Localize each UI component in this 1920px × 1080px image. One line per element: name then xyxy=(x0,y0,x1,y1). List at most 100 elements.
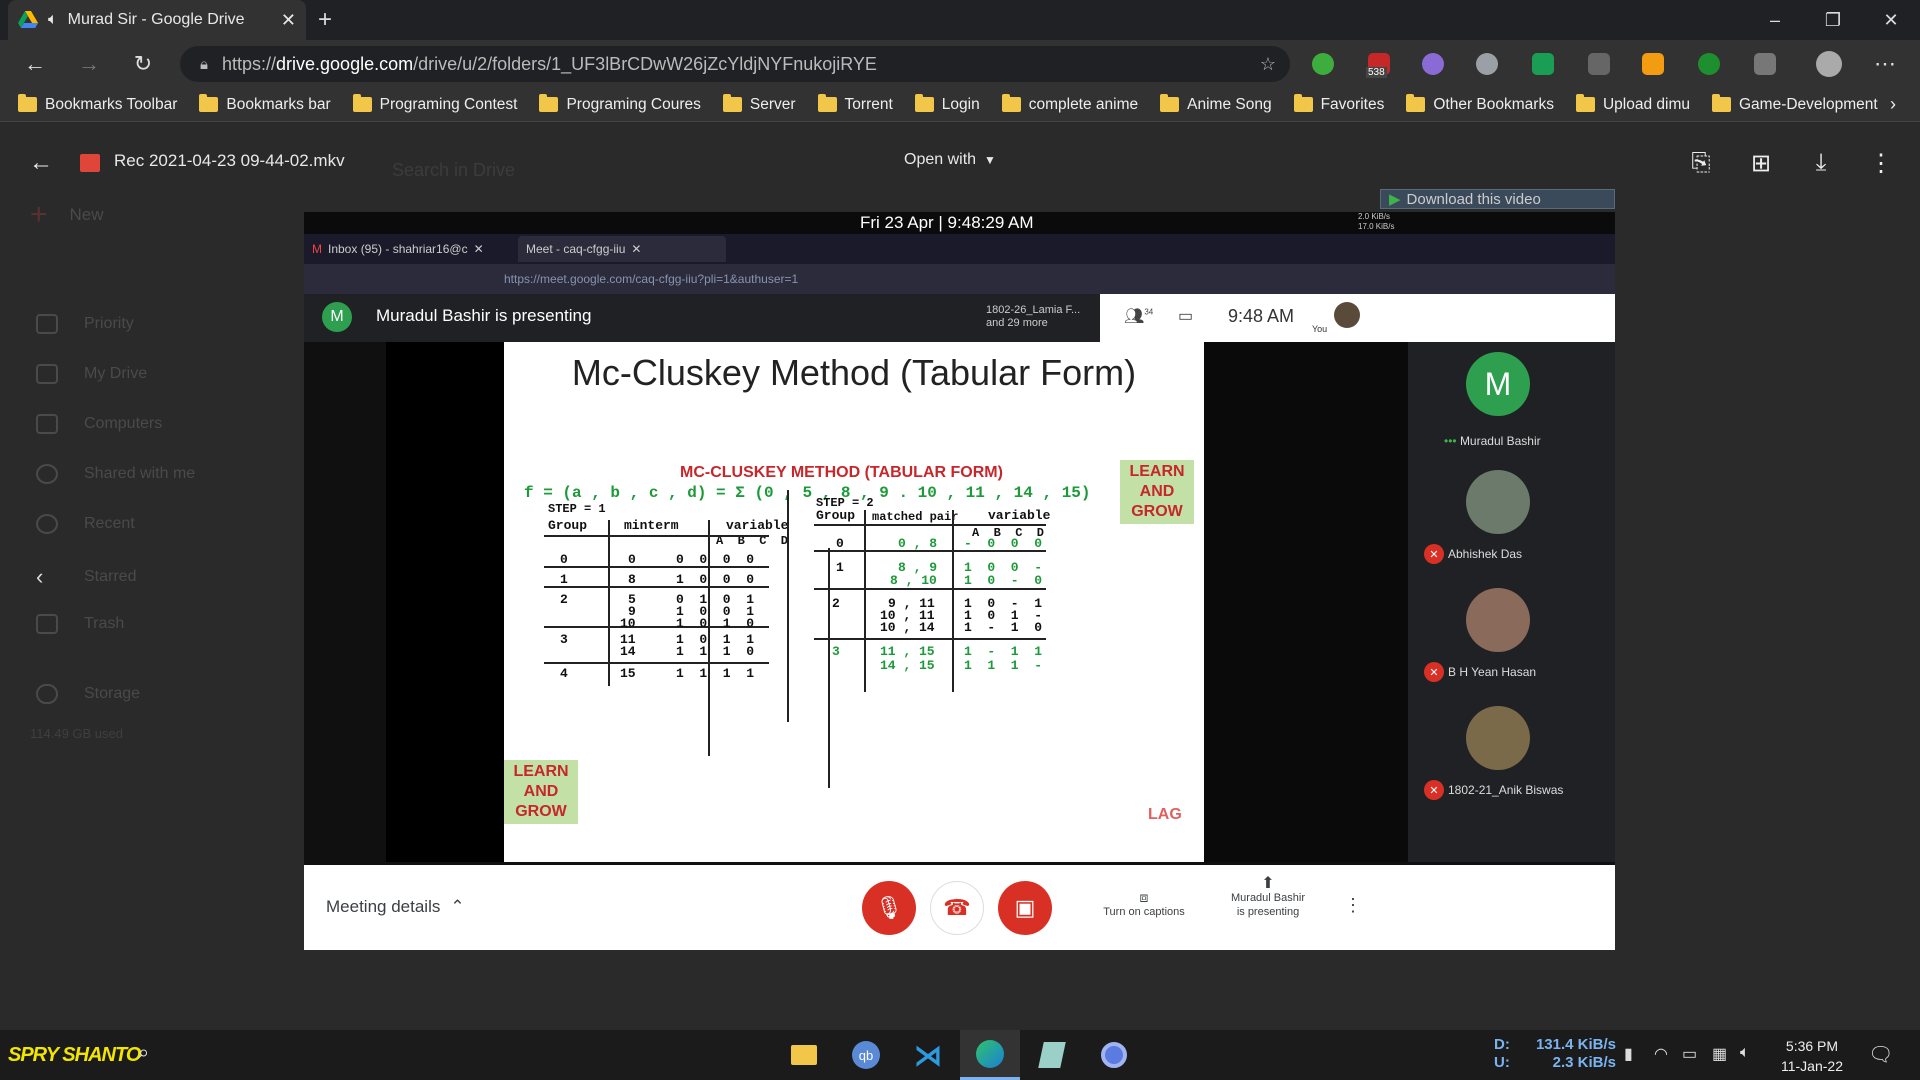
sidebar-item-priority: Priority xyxy=(36,314,134,334)
extension-gear-icon[interactable] xyxy=(1476,53,1498,75)
t1-group: 0 xyxy=(560,552,568,567)
add-comment-icon[interactable]: ⊞ xyxy=(1746,148,1776,178)
wifi-icon[interactable]: ◠ xyxy=(1654,1044,1668,1064)
bookmark-folder[interactable]: Torrent xyxy=(817,94,893,114)
profile-avatar[interactable] xyxy=(1816,51,1842,77)
back-icon[interactable]: ← xyxy=(18,48,52,80)
download-video-overlay[interactable]: ▶ Download this video xyxy=(1380,189,1615,209)
qbittorrent-icon[interactable]: qb xyxy=(836,1030,896,1080)
extensions-puzzle-icon[interactable] xyxy=(1754,53,1776,75)
new-tab-button[interactable]: + xyxy=(318,6,332,34)
download-icon[interactable]: ⤓ xyxy=(1806,148,1836,178)
search-icon[interactable]: ⌕ xyxy=(138,1042,149,1065)
extension-badge-icon[interactable]: 538 xyxy=(1366,53,1390,78)
extension-f-icon[interactable] xyxy=(1532,53,1554,75)
edge-browser-icon[interactable] xyxy=(960,1030,1020,1080)
plus-icon: + xyxy=(30,198,48,231)
people-icon xyxy=(36,464,58,484)
bookmarks-overflow-icon[interactable]: › xyxy=(1890,94,1896,115)
table-rule xyxy=(544,535,769,537)
bookmark-folder[interactable]: Bookmarks bar xyxy=(199,94,331,114)
language-icon[interactable]: ▦ xyxy=(1712,1044,1727,1064)
bookmark-folder[interactable]: Login xyxy=(914,94,980,114)
chromium-icon[interactable] xyxy=(1084,1030,1144,1080)
video-player[interactable]: Fri 23 Apr | 9:48:29 AM 2.0 KiB/s 17.0 Ki… xyxy=(304,212,1615,950)
meet-info-panel: 👥︎34 ▭ 9:48 AM You xyxy=(1100,294,1615,342)
present-icon: ⬆︎ xyxy=(1261,875,1275,892)
bookmarks-bar: Bookmarks Toolbar Bookmarks bar Programi… xyxy=(0,88,1920,122)
back-arrow-icon[interactable]: ← xyxy=(26,148,56,178)
extension-shield-icon[interactable] xyxy=(1698,53,1720,75)
bookmark-folder[interactable]: Programing Coures xyxy=(539,94,701,114)
favorite-star-icon[interactable]: ☆ xyxy=(1260,54,1276,75)
folder-icon xyxy=(1406,94,1426,112)
extension-add-icon[interactable] xyxy=(1312,53,1334,75)
meeting-details-button: Meeting details ⌃ xyxy=(326,897,465,916)
browser-tab[interactable]: 🔈︎ Murad Sir - Google Drive ✕ xyxy=(8,0,306,40)
folder-icon xyxy=(1711,94,1731,112)
folder-icon xyxy=(18,94,37,112)
computer-icon xyxy=(36,414,58,434)
trash-icon xyxy=(36,614,58,634)
extension-glasses-icon[interactable] xyxy=(1422,53,1444,75)
recorded-datetime: Fri 23 Apr | 9:48:29 AM xyxy=(860,213,1034,232)
reload-icon[interactable]: ↻ xyxy=(126,48,160,80)
bookmark-folder[interactable]: Bookmarks Toolbar xyxy=(18,94,177,114)
play-icon: ▶ xyxy=(1389,191,1401,208)
close-window-icon[interactable]: ✕ xyxy=(1862,0,1920,40)
you-label: You xyxy=(1312,324,1328,334)
volume-icon[interactable]: 🔈︎ xyxy=(1740,1044,1750,1062)
notifications-icon[interactable]: 🗨︎ xyxy=(1868,1042,1893,1067)
folder-icon xyxy=(1575,94,1595,112)
open-with-button[interactable]: Open with ▼ xyxy=(904,151,996,169)
participants-panel: M ••• Muradul Bashir ✕ Abhishek Das ✕ B … xyxy=(1408,342,1615,862)
extension-orange-icon[interactable] xyxy=(1642,53,1664,75)
bookmark-folder[interactable]: Other Bookmarks xyxy=(1406,94,1554,114)
bookmark-folder[interactable]: Upload dimu xyxy=(1575,94,1690,114)
recorded-tab-meet: Meet - caq-cfgg-iiu ✕ xyxy=(518,236,726,262)
clock-icon xyxy=(36,514,58,534)
folder-icon xyxy=(914,94,934,112)
participant-avatar xyxy=(1466,470,1530,534)
file-explorer-icon[interactable] xyxy=(774,1030,834,1080)
recorded-url-bar: https://meet.google.com/caq-cfgg-iiu?pli… xyxy=(304,264,1615,294)
close-tab-icon[interactable]: ✕ xyxy=(281,10,296,31)
tray-chart-icon[interactable]: ▮ xyxy=(1624,1044,1633,1064)
address-bar[interactable]: 🔒︎ https://drive.google.com/drive/u/2/fo… xyxy=(180,46,1290,82)
move-to-folder-icon[interactable]: ⎘ xyxy=(1686,148,1716,178)
forward-icon[interactable]: → xyxy=(72,48,106,80)
t2-pair: 10 , 14 xyxy=(880,620,935,635)
net-speed-labels: D: U: xyxy=(1494,1036,1510,1071)
clock[interactable]: 5:36 PM 11-Jan-22 xyxy=(1774,1036,1850,1076)
meet-controls-bar: Meeting details ⌃ 🎙︎ ☎︎ ▣ ⧈ Turn on captio… xyxy=(304,865,1615,950)
speaker-icon[interactable]: 🔈︎ xyxy=(48,11,58,29)
start-logo[interactable]: SPRY SHANTO xyxy=(8,1044,141,1067)
participant-avatar xyxy=(1466,706,1530,770)
t1-variable: 0 0 0 0 xyxy=(676,552,755,567)
notepad-icon[interactable] xyxy=(1022,1030,1082,1080)
chevron-left-icon[interactable]: ‹ xyxy=(36,564,58,590)
bookmark-folder[interactable]: Anime Song xyxy=(1160,94,1272,114)
t1-minterm: 0 xyxy=(628,552,636,567)
folder-icon xyxy=(817,94,837,112)
extension-video-icon[interactable] xyxy=(1588,53,1610,75)
presenting-status: ⬆︎ Muradul Bashir is presenting xyxy=(1216,875,1320,919)
more-actions-icon[interactable]: ⋮ xyxy=(1866,148,1896,178)
captions-button: ⧈ Turn on captions xyxy=(1094,889,1194,918)
bookmark-folder[interactable]: complete anime xyxy=(1001,94,1138,114)
cloud-icon xyxy=(36,684,58,704)
step-1-label: STEP = 1 xyxy=(548,502,606,516)
bookmark-folder[interactable]: Server xyxy=(722,94,796,114)
restore-icon[interactable]: ❐ xyxy=(1804,0,1862,40)
presenter-avatar: M xyxy=(322,302,352,332)
minimize-icon[interactable]: – xyxy=(1746,0,1804,40)
bookmark-folder[interactable]: Favorites xyxy=(1293,94,1384,114)
battery-icon[interactable]: ▭ xyxy=(1682,1044,1697,1064)
t1-group: 2 xyxy=(560,592,568,607)
menu-dots-icon[interactable]: ⋯ xyxy=(1868,48,1902,80)
vscode-icon[interactable]: ⋊ xyxy=(898,1030,958,1080)
participant-name: ••• Muradul Bashir xyxy=(1444,434,1541,448)
col-minterm: minterm xyxy=(624,518,679,533)
bookmark-folder[interactable]: Programing Contest xyxy=(352,94,517,114)
bookmark-folder[interactable]: Game-Development xyxy=(1711,94,1878,114)
